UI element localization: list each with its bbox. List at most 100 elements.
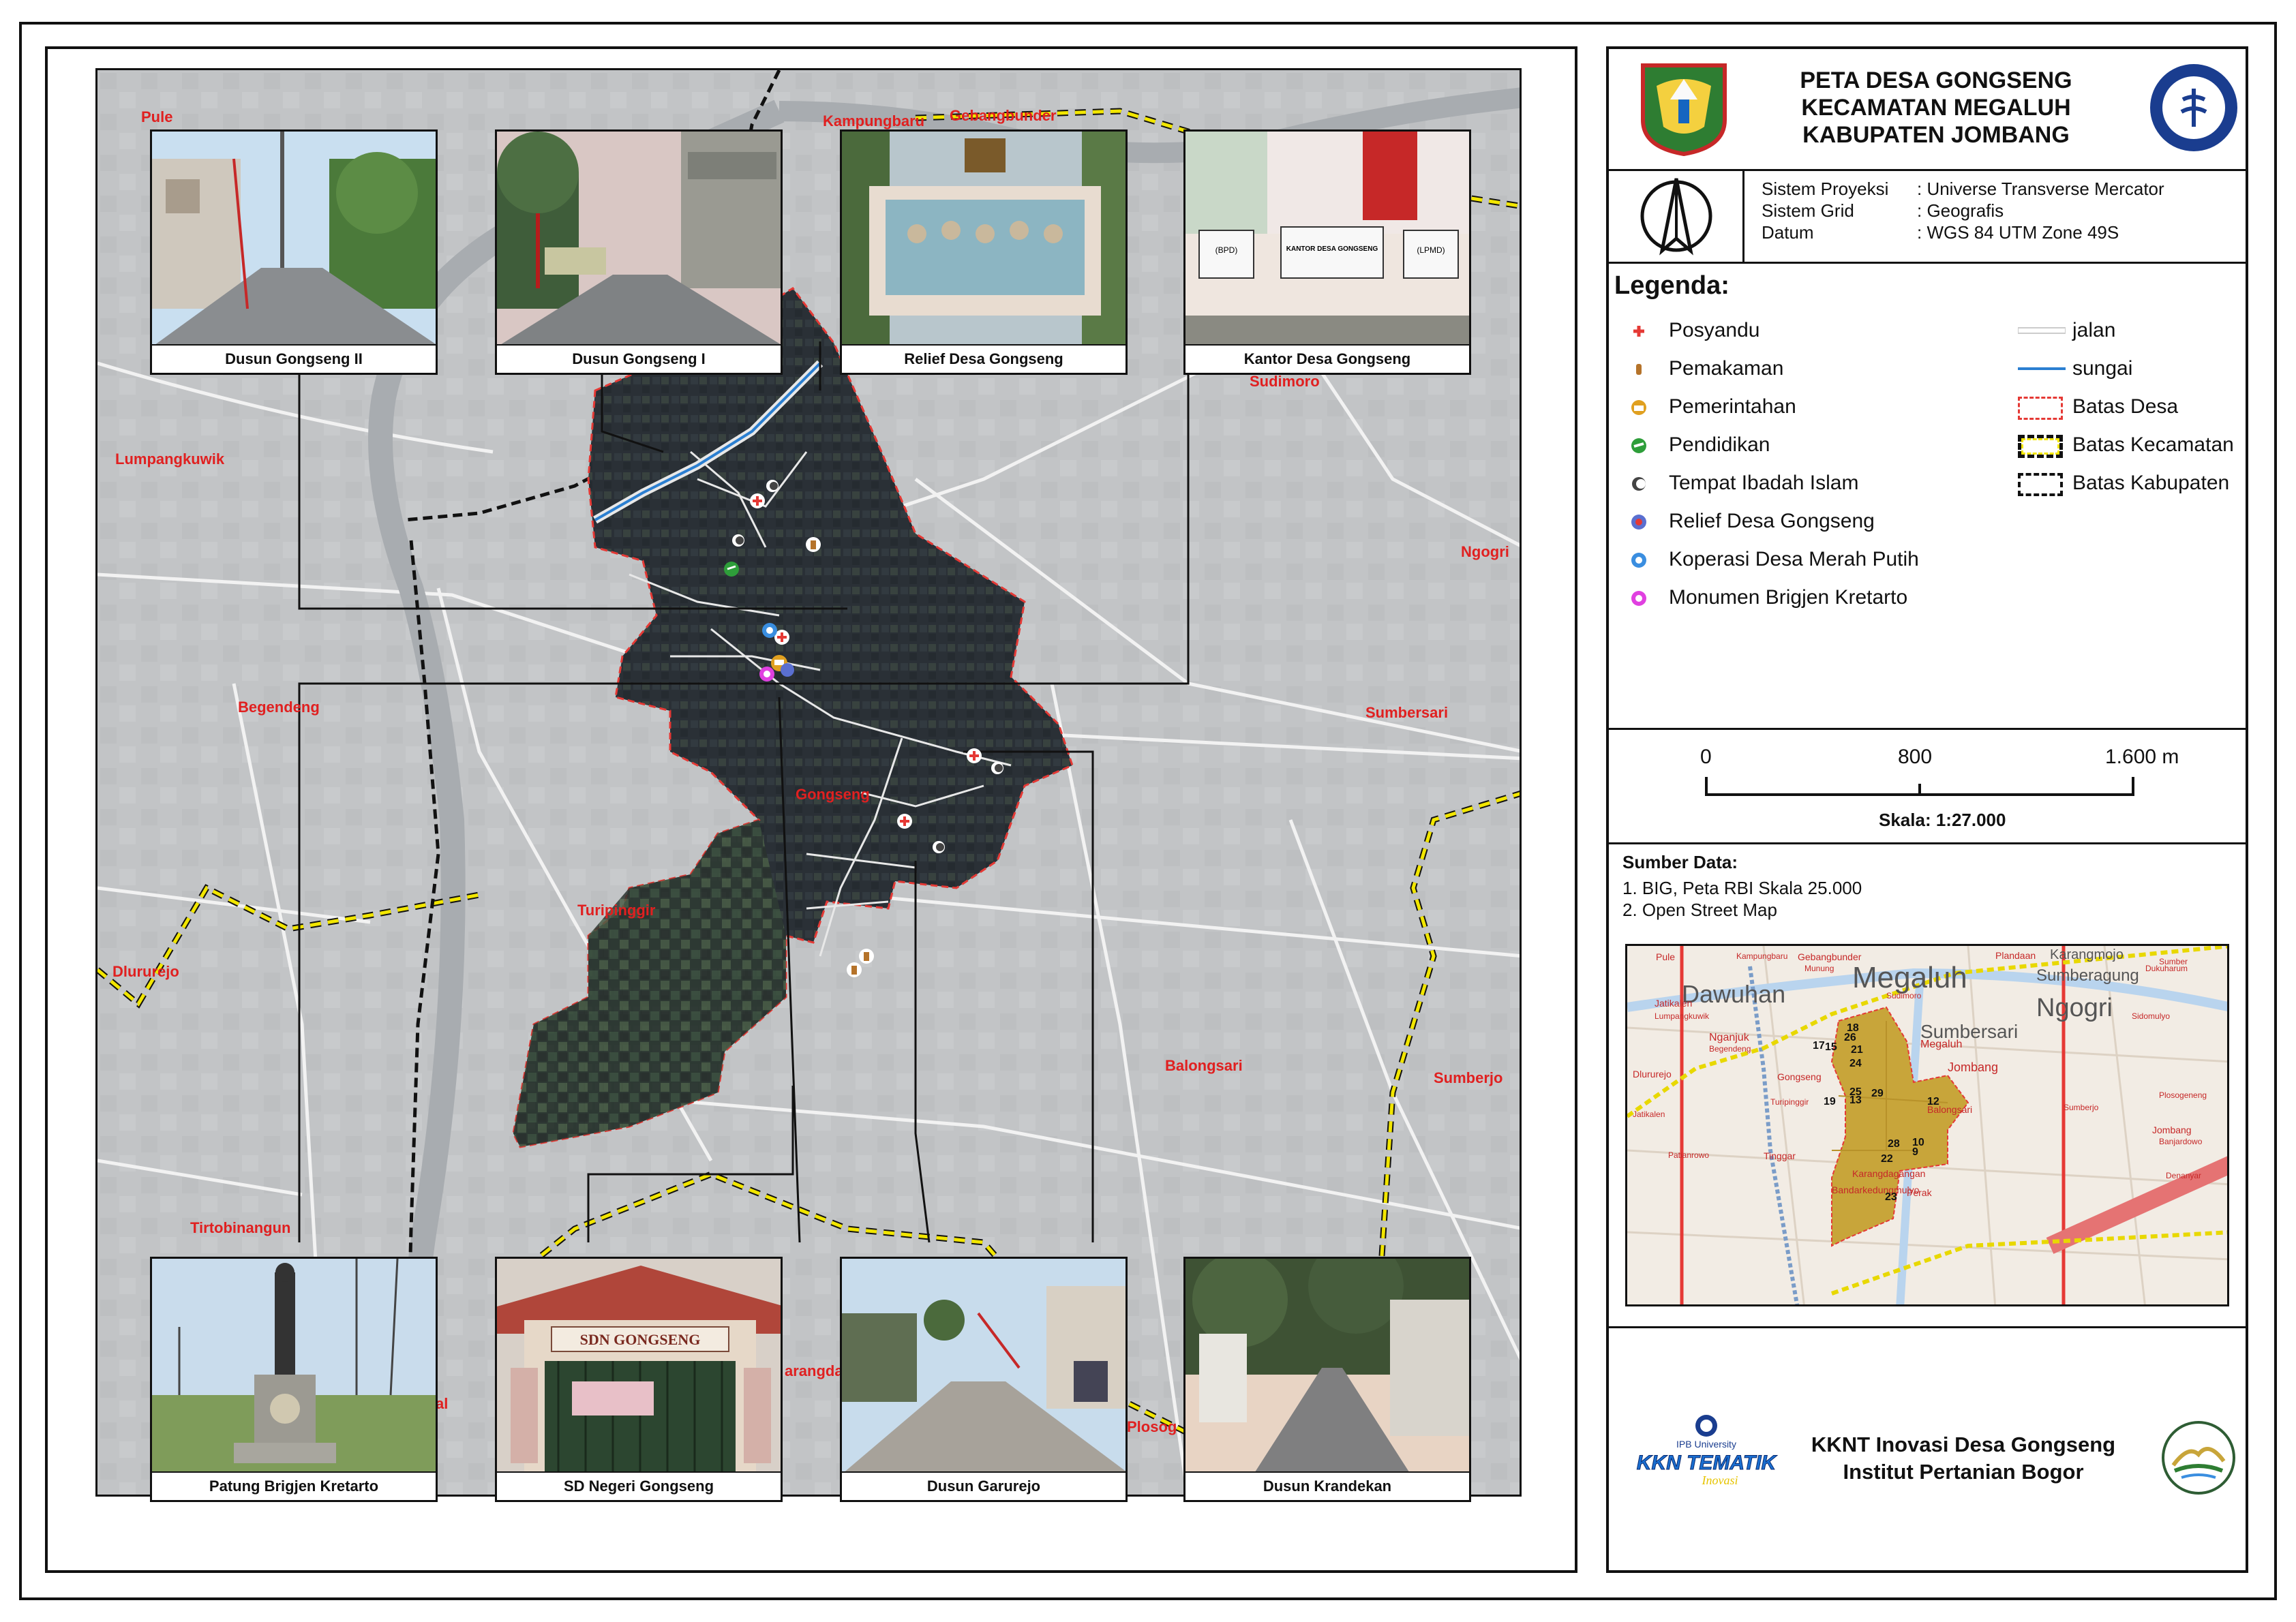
inset-place-label: Jatikalen xyxy=(1633,1110,1665,1119)
pemakaman-icon[interactable] xyxy=(859,949,874,964)
monumen-icon[interactable] xyxy=(759,667,774,682)
pemakaman-icon xyxy=(1632,363,1646,376)
inset-village-number: 29 xyxy=(1871,1088,1884,1099)
inset-map[interactable]: Pule Kampungbaru Gebangbunder Plandaan Karan… xyxy=(1625,944,2229,1306)
photo-kantor-desa-gongseng[interactable]: (BPD) KANTOR DESA GONGSENG (LPMD) Kantor… xyxy=(1183,129,1471,375)
inset-village-number: 9 xyxy=(1912,1146,1918,1158)
photo-dusun-garurejo[interactable]: Dusun Garurejo xyxy=(840,1257,1128,1502)
place-label-gongseng: Gongseng xyxy=(796,786,870,803)
inset-village-number: 24 xyxy=(1849,1058,1862,1069)
projection-divider xyxy=(1742,169,1744,262)
datum-value: : WGS 84 UTM Zone 49S xyxy=(1917,222,2119,243)
mosque-icon[interactable] xyxy=(766,480,779,492)
photo-caption: Kantor Desa Gongseng xyxy=(1185,344,1469,373)
inset-place-label: Begendeng xyxy=(1709,1044,1751,1054)
place-label-kampungbaru: Kampungbaru xyxy=(823,112,925,129)
divider xyxy=(1606,842,2248,844)
mosque-icon[interactable] xyxy=(991,762,1003,774)
posyandu-icon[interactable] xyxy=(897,814,912,829)
place-label-ngogri: Ngogri xyxy=(1461,543,1509,560)
river-line-icon xyxy=(2018,367,2066,370)
legend-label-pemerintahan: Pemerintahan xyxy=(1669,395,1796,418)
pendidikan-icon[interactable] xyxy=(724,562,739,577)
inset-place-label: Jombang xyxy=(1948,1060,1999,1074)
kantor-sign: KANTOR DESA GONGSENG xyxy=(1286,245,1378,253)
bpd-sign: (BPD) xyxy=(1215,245,1238,255)
footer-line-1: KKNT Inovasi Desa Gongseng xyxy=(1811,1433,2116,1456)
grid-value: : Geografis xyxy=(1917,200,2004,221)
photo-caption: Dusun Garurejo xyxy=(842,1471,1126,1500)
legend-label-batas-desa: Batas Desa xyxy=(2072,395,2179,418)
mosque-icon[interactable] xyxy=(933,841,945,853)
inset-place-label: Sumber xyxy=(2159,957,2188,966)
posyandu-icon xyxy=(1633,326,1644,337)
title-line-3: KABUPATEN JOMBANG xyxy=(1802,122,2070,148)
photo-relief-desa-gongseng[interactable]: Relief Desa Gongseng xyxy=(840,129,1128,375)
legend-label-monumen: Monumen Brigjen Kretarto xyxy=(1669,586,1908,609)
koperasi-icon xyxy=(1631,553,1646,568)
photo-dusun-krandekan[interactable]: Dusun Krandekan xyxy=(1183,1257,1471,1502)
inset-place-label: Sudimoro xyxy=(1886,991,1922,1000)
legend-label-batas-kabupaten: Batas Kabupaten xyxy=(2072,472,2230,494)
photo-image xyxy=(152,132,436,347)
grid-label: Sistem Grid xyxy=(1762,200,1854,221)
legend-label-sungai: sungai xyxy=(2072,357,2133,380)
inset-place-label: Sumberjo xyxy=(2064,1103,2099,1112)
inset-place-label: Karangdagangan xyxy=(1852,1168,1926,1179)
district-boundary-icon xyxy=(2018,435,2063,458)
legend-label-koperasi: Koperasi Desa Merah Putih xyxy=(1669,548,1919,570)
place-label-sumbersari: Sumbersari xyxy=(1365,704,1449,721)
pemerintahan-icon xyxy=(1631,400,1646,415)
pendidikan-icon xyxy=(1631,438,1646,453)
inset-place-label: Tinggar xyxy=(1764,1150,1796,1161)
pemakaman-icon[interactable] xyxy=(806,537,821,552)
legend-label-relief: Relief Desa Gongseng xyxy=(1669,510,1875,532)
place-label-dlururejo: Dlururejo xyxy=(112,963,179,980)
koperasi-icon[interactable] xyxy=(762,623,777,638)
inset-village-number: 28 xyxy=(1888,1138,1900,1150)
inset-place-label: Perak xyxy=(1907,1187,1932,1198)
photo-dusun-gongseng-ii[interactable]: Dusun Gongseng II xyxy=(150,129,438,375)
pemakaman-icon[interactable] xyxy=(847,962,862,977)
projection-value: : Universe Transverse Mercator xyxy=(1917,179,2164,199)
inset-place-label: Sidomulyo xyxy=(2132,1011,2171,1021)
photo-image: SDN GONGSENG xyxy=(497,1259,781,1474)
ipb-logo-icon xyxy=(2147,61,2240,154)
place-label-karangdagangan: arangda xyxy=(785,1362,843,1379)
inset-place-label: Gongseng xyxy=(1777,1071,1822,1082)
inset-place-label: Lumpangkuwik xyxy=(1655,1011,1710,1021)
posyandu-icon[interactable] xyxy=(750,493,765,508)
photo-image: (BPD) KANTOR DESA GONGSENG (LPMD) xyxy=(1185,132,1469,347)
inset-place-label: Dlururejo xyxy=(1633,1069,1672,1080)
scale-label: Skala: 1:27.000 xyxy=(1879,810,2006,830)
posyandu-icon[interactable] xyxy=(967,748,982,763)
legend-label-ibadah: Tempat Ibadah Islam xyxy=(1669,472,1859,494)
mosque-icon[interactable] xyxy=(732,534,744,547)
inset-place-label: Sumberagung xyxy=(2036,966,2139,985)
photo-dusun-gongseng-i[interactable]: Dusun Gongseng I xyxy=(495,129,783,375)
legend-title: Legenda: xyxy=(1614,271,1729,300)
photo-image xyxy=(842,132,1126,347)
legend-label-batas-kecamatan: Batas Kecamatan xyxy=(2072,433,2234,456)
photo-caption: Dusun Gongseng I xyxy=(497,344,781,373)
inset-place-label: Karangmojo xyxy=(2050,947,2124,962)
inset-village-number: 23 xyxy=(1885,1191,1897,1203)
north-arrow-icon xyxy=(1636,174,1717,258)
relief-icon[interactable] xyxy=(781,663,794,677)
place-label-tirtobinangun: Tirtobinangun xyxy=(190,1219,291,1236)
projection-label: Sistem Proyeksi xyxy=(1762,179,1889,199)
legend-label-pemakaman: Pemakaman xyxy=(1669,357,1784,380)
kkn-tematik-logo-icon: IPB University KKN TEMATIK Inovasi xyxy=(1628,1412,1785,1491)
photo-patung-brigjen-kretarto[interactable]: Patung Brigjen Kretarto xyxy=(150,1257,438,1502)
inset-village-number: 17 xyxy=(1813,1040,1825,1052)
inset-place-label: Kampungbaru xyxy=(1736,951,1788,961)
photo-sd-negeri-gongseng[interactable]: SDN GONGSENG SD Negeri Gongseng xyxy=(495,1257,783,1502)
photo-image xyxy=(1185,1259,1469,1474)
photo-image xyxy=(497,132,781,347)
scale-bar xyxy=(1705,777,2134,796)
place-label-balongsari: Balongsari xyxy=(1165,1057,1243,1074)
map-title: PETA DESA GONGSENG KECAMATAN MEGALUH KAB… xyxy=(1745,67,2127,149)
inset-place-label: Dawuhan xyxy=(1682,980,1786,1008)
sources-title: Sumber Data: xyxy=(1622,852,1738,872)
inset-village-number: 19 xyxy=(1824,1096,1836,1107)
